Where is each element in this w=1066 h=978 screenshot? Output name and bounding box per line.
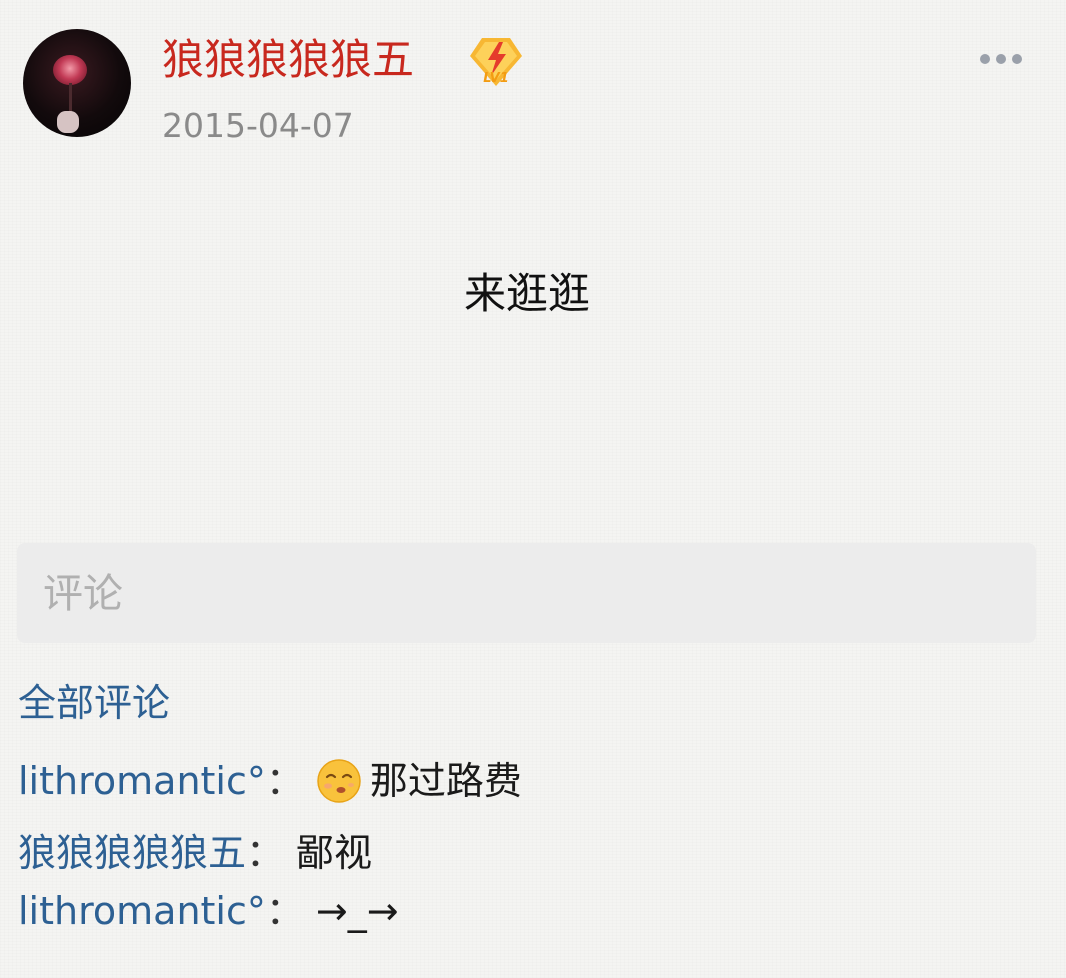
post-author-name[interactable]: 狼狼狼狼狼五 bbox=[162, 34, 414, 86]
comment-item: lithromantic° ： 那过路费 bbox=[18, 756, 522, 806]
post-content: 来逛逛 bbox=[463, 269, 590, 318]
comment-text: 那过路费 bbox=[369, 759, 522, 803]
comment-author[interactable]: lithromantic° bbox=[18, 886, 266, 936]
comment-separator: ： bbox=[265, 759, 304, 803]
comment-item: lithromantic° ： →_→ bbox=[18, 886, 399, 936]
comment-text: 鄙视 bbox=[296, 831, 373, 875]
more-dot-icon bbox=[996, 54, 1006, 64]
more-options-button[interactable] bbox=[974, 44, 1028, 74]
comment-text: →_→ bbox=[315, 889, 399, 933]
avatar-hand bbox=[57, 111, 79, 133]
avatar[interactable] bbox=[23, 29, 131, 137]
more-dot-icon bbox=[980, 54, 990, 64]
comment-separator: ： bbox=[265, 889, 304, 933]
all-comments-heading: 全部评论 bbox=[18, 681, 171, 725]
comment-author[interactable]: 狼狼狼狼狼五 bbox=[18, 828, 246, 878]
comment-input-placeholder: 评论 bbox=[43, 571, 123, 617]
level-badge-label: LV1 bbox=[483, 71, 509, 86]
level-badge-icon: LV1 bbox=[468, 36, 524, 88]
avatar-rose bbox=[53, 55, 87, 85]
comment-author[interactable]: lithromantic° bbox=[18, 756, 266, 806]
comment-separator: ： bbox=[246, 831, 285, 875]
kissing-face-emoji-icon bbox=[316, 758, 362, 804]
post-date: 2015-04-07 bbox=[162, 106, 354, 145]
comment-item: 狼狼狼狼狼五 ： 鄙视 bbox=[18, 828, 372, 878]
comment-input[interactable]: 评论 bbox=[17, 543, 1036, 643]
more-dot-icon bbox=[1012, 54, 1022, 64]
